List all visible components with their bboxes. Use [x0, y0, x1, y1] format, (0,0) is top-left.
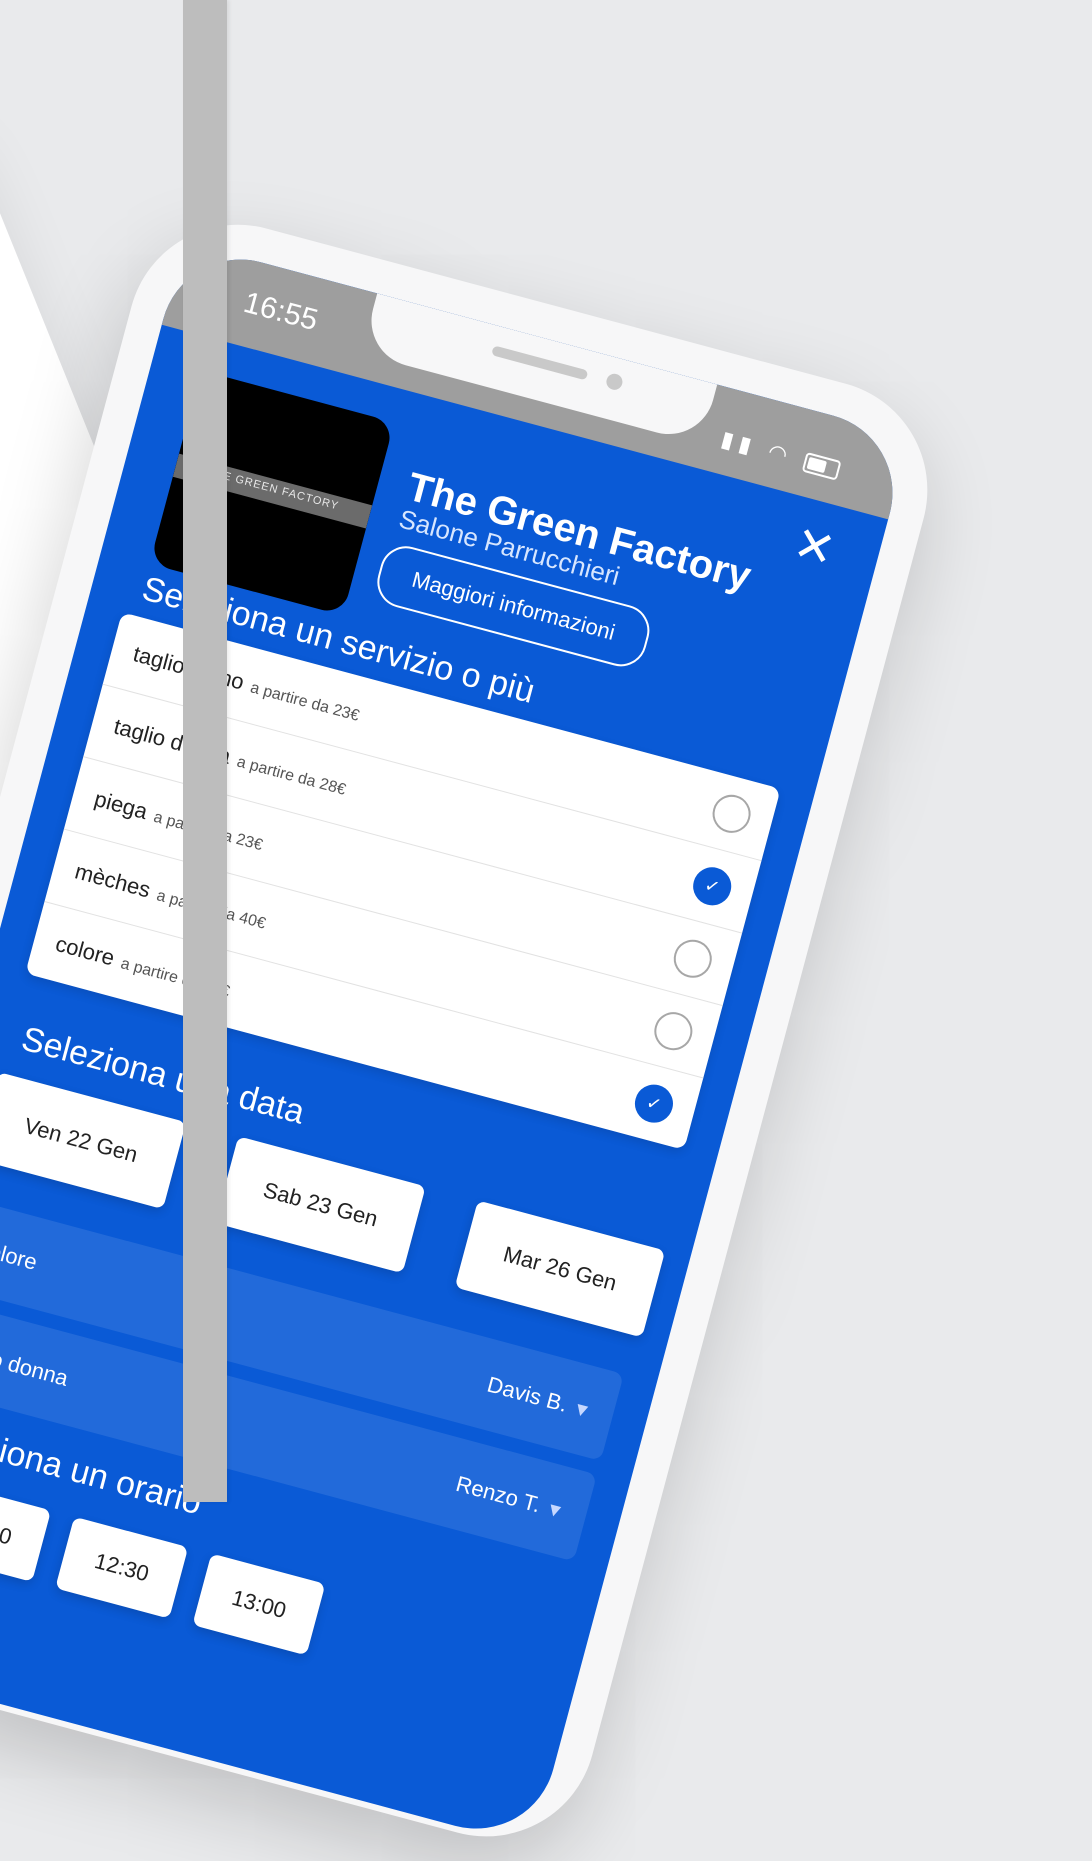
speaker — [491, 345, 589, 381]
caret-down-icon: ▾ — [546, 1495, 564, 1523]
phone-mockup: 16:55 ▮▮ ◠ ✕ THE GREEN FACTORY The Green… — [0, 200, 953, 1861]
staff-row-person: Davis B. ▾ — [484, 1371, 591, 1424]
radio-icon[interactable] — [708, 790, 755, 838]
caret-down-icon: ▾ — [573, 1395, 591, 1423]
date-option[interactable]: Mar 26 Gen — [454, 1200, 666, 1338]
time-option[interactable]: 12:30 — [55, 1516, 189, 1619]
status-icons: ▮▮ ◠ — [718, 426, 842, 483]
check-icon[interactable]: ✓ — [688, 863, 736, 910]
radio-icon[interactable] — [669, 935, 717, 983]
service-name: mèches — [72, 858, 154, 903]
service-name: piega — [91, 785, 151, 825]
radio-icon[interactable] — [650, 1007, 697, 1055]
wifi-icon: ◠ — [765, 438, 797, 470]
camera — [604, 372, 625, 392]
staff-row-person: Renzo T. ▾ — [453, 1470, 564, 1524]
time-option[interactable]: 12:00 — [0, 1479, 52, 1582]
battery-icon — [801, 452, 842, 481]
divider-bar — [183, 0, 227, 1502]
status-time: 16:55 — [240, 285, 322, 338]
staff-name: Davis B. — [484, 1371, 571, 1417]
check-icon[interactable]: ✓ — [630, 1080, 678, 1127]
staff-row-service: taglio donna — [0, 1335, 71, 1391]
service-price: a partire da 23€ — [248, 679, 362, 725]
staff-name: Renzo T. — [453, 1470, 544, 1518]
signal-icon: ▮▮ — [718, 425, 761, 460]
close-icon[interactable]: ✕ — [788, 515, 841, 580]
service-name: colore — [52, 930, 118, 971]
service-price: a partire da 28€ — [234, 753, 348, 799]
time-option[interactable]: 13:00 — [192, 1553, 326, 1656]
staff-row-service: colore — [0, 1235, 40, 1275]
date-option[interactable]: Sab 23 Gen — [215, 1136, 426, 1274]
